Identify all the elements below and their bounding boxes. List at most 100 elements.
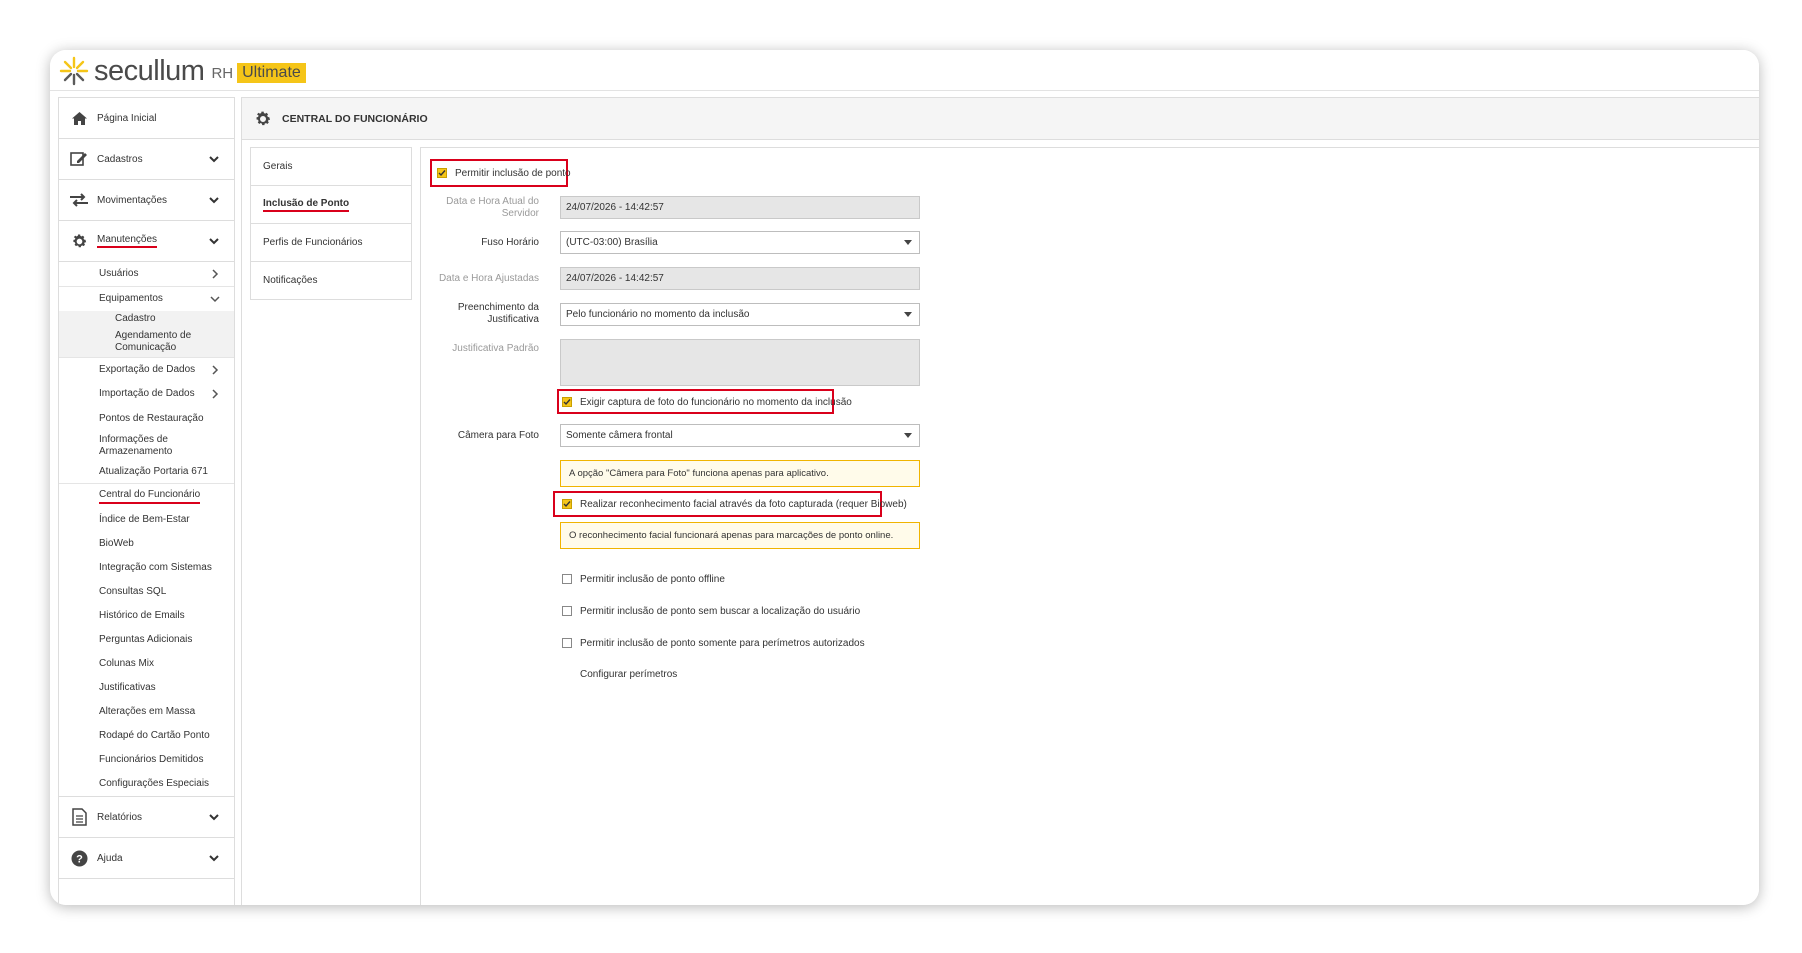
chevron-right-icon — [212, 365, 219, 375]
submenu-label: Importação de Dados — [99, 388, 195, 399]
perimetros-row: Permitir inclusão de ponto somente para … — [562, 636, 865, 650]
submenu-rodape[interactable]: Rodapé do Cartão Ponto — [59, 724, 234, 748]
data-ajustada-label: Data e Hora Ajustadas — [438, 273, 539, 284]
submenu-label: Alterações em Massa — [99, 706, 196, 717]
help-icon: ? — [69, 848, 89, 868]
submenu-colunas[interactable]: Colunas Mix — [59, 652, 234, 676]
preenchimento-select[interactable]: Pelo funcionário no momento da inclusão — [560, 303, 920, 326]
form-content: Permitir inclusão de ponto Data e Hora A… — [420, 147, 1759, 905]
sidebar-item-label: Manutenções — [97, 234, 158, 248]
submenu-pontos-restauracao[interactable]: Pontos de Restauração — [59, 406, 234, 431]
submenu-usuarios[interactable]: Usuários — [59, 262, 234, 287]
chevron-down-icon — [209, 814, 219, 821]
sidebar-item-label: Página Inicial — [97, 112, 157, 124]
tab-inclusao-de-ponto[interactable]: Inclusão de Ponto — [251, 186, 411, 224]
tab-perfis-funcionarios[interactable]: Perfis de Funcionários — [251, 224, 411, 262]
top-bar: secullum RH Ultimate — [50, 50, 1759, 91]
edition-badge: Ultimate — [237, 62, 306, 83]
exigir-foto-label: Exigir captura de foto do funcionário no… — [580, 396, 852, 408]
permitir-inclusao-checkbox[interactable] — [437, 168, 447, 178]
reconhecimento-label: Realizar reconhecimento facial através d… — [580, 498, 907, 510]
reconhecimento-row: Realizar reconhecimento facial através d… — [562, 497, 907, 511]
sidebar-item-manutencoes[interactable]: Manutenções — [59, 221, 234, 262]
submenu-label: Histórico de Emails — [99, 610, 185, 621]
submenu-label: Informações de Armazenamento — [99, 434, 173, 457]
sidebar-item-ajuda[interactable]: ? Ajuda — [59, 838, 234, 879]
main-panel: CENTRAL DO FUNCIONÁRIO Gerais Inclusão d… — [241, 97, 1759, 905]
perimetros-checkbox[interactable] — [562, 638, 572, 648]
sidebar: Página Inicial Cadastros Movimentações M… — [58, 97, 235, 905]
camera-value: Somente câmera frontal — [566, 430, 673, 441]
sidebar-item-movimentacoes[interactable]: Movimentações — [59, 180, 234, 221]
submenu-configuracoes[interactable]: Configurações Especiais — [59, 772, 234, 796]
chevron-down-icon — [209, 197, 219, 204]
submenu-label: Rodapé do Cartão Ponto — [99, 730, 210, 741]
submenu-label: Índice de Bem-Estar — [99, 514, 190, 525]
manutencoes-submenu: Usuários Equipamentos Cadastro Agendamen… — [59, 262, 234, 797]
submenu-indice[interactable]: Índice de Bem-Estar — [59, 508, 234, 532]
chevron-down-icon — [210, 296, 220, 303]
sem-localizacao-checkbox[interactable] — [562, 606, 572, 616]
preenchimento-value: Pelo funcionário no momento da inclusão — [566, 309, 750, 320]
justificativa-textarea — [560, 339, 920, 386]
submenu-label: Exportação de Dados — [99, 364, 196, 375]
gear-icon — [256, 111, 271, 125]
permitir-inclusao-row: Permitir inclusão de ponto — [437, 166, 571, 180]
exigir-foto-checkbox[interactable] — [562, 397, 572, 407]
camera-select[interactable]: Somente câmera frontal — [560, 424, 920, 447]
submenu-label: Equipamentos — [99, 293, 163, 304]
offline-checkbox[interactable] — [562, 574, 572, 584]
tab-label: Inclusão de Ponto — [263, 198, 350, 212]
caret-down-icon — [904, 433, 912, 438]
equipamentos-submenu: Cadastro Agendamento de Comunicação — [59, 311, 234, 357]
data-servidor-label: Data e Hora Atual do Servidor — [446, 196, 539, 219]
chevron-right-icon — [212, 389, 219, 399]
submenu-importacao[interactable]: Importação de Dados — [59, 382, 234, 406]
sidebar-item-cadastros[interactable]: Cadastros — [59, 139, 234, 180]
fuso-select[interactable]: (UTC-03:00) Brasília — [560, 231, 920, 254]
document-icon — [69, 807, 89, 827]
tab-gerais[interactable]: Gerais — [251, 148, 411, 186]
submenu-central-funcionario[interactable]: Central do Funcionário — [59, 484, 234, 508]
tab-notificacoes[interactable]: Notificações — [251, 262, 411, 300]
sidebar-item-relatorios[interactable]: Relatórios — [59, 797, 234, 838]
settings-tabs: Gerais Inclusão de Ponto Perfis de Funci… — [250, 147, 412, 300]
secullum-logo-icon — [59, 56, 89, 86]
sidebar-item-label: Relatórios — [97, 811, 143, 823]
submenu-label: Consultas SQL — [99, 586, 167, 597]
submenu-consultas[interactable]: Consultas SQL — [59, 580, 234, 604]
tab-label: Notificações — [263, 275, 318, 286]
submenu-agendamento[interactable]: Agendamento de Comunicação — [59, 327, 219, 357]
configurar-perimetros-link[interactable]: Configurar perímetros — [580, 669, 677, 680]
chevron-down-icon — [209, 156, 219, 163]
submenu-alteracoes[interactable]: Alterações em Massa — [59, 700, 234, 724]
submenu-perguntas[interactable]: Perguntas Adicionais — [59, 628, 234, 652]
submenu-integracao[interactable]: Integração com Sistemas — [59, 556, 234, 580]
submenu-justificativas[interactable]: Justificativas — [59, 676, 234, 700]
submenu-bioweb[interactable]: BioWeb — [59, 532, 234, 556]
submenu-equipamentos[interactable]: Equipamentos — [59, 287, 234, 311]
reconhecimento-checkbox[interactable] — [562, 499, 572, 509]
submenu-label: Colunas Mix — [99, 658, 155, 669]
preenchimento-label: Preenchimento da Justificativa — [457, 302, 539, 325]
submenu-exportacao[interactable]: Exportação de Dados — [59, 357, 234, 382]
submenu-label: Perguntas Adicionais — [99, 634, 193, 645]
submenu-historico[interactable]: Histórico de Emails — [59, 604, 234, 628]
submenu-informacoes[interactable]: Informações de Armazenamento — [59, 431, 224, 461]
justificativa-label: Justificativa Padrão — [452, 343, 539, 354]
reconhecimento-notice: O reconhecimento facial funcionará apena… — [560, 522, 920, 549]
submenu-atualizacao[interactable]: Atualização Portaria 671 — [59, 461, 234, 484]
sidebar-item-pagina-inicial[interactable]: Página Inicial — [59, 98, 234, 139]
fuso-value: (UTC-03:00) Brasília — [566, 237, 658, 248]
sem-localizacao-label: Permitir inclusão de ponto sem buscar a … — [580, 605, 861, 617]
svg-text:?: ? — [76, 853, 83, 865]
data-servidor-value: 24/07/2026 - 14:42:57 — [566, 202, 664, 213]
logo[interactable]: secullum RH Ultimate — [58, 55, 306, 87]
swap-icon — [69, 190, 89, 210]
data-servidor-field: 24/07/2026 - 14:42:57 — [560, 196, 920, 219]
data-ajustada-field: 24/07/2026 - 14:42:57 — [560, 267, 920, 290]
perimetros-label: Permitir inclusão de ponto somente para … — [580, 637, 865, 649]
submenu-cadastro[interactable]: Cadastro — [59, 311, 234, 327]
submenu-demitidos[interactable]: Funcionários Demitidos — [59, 748, 234, 772]
submenu-label: Central do Funcionário — [99, 489, 201, 504]
